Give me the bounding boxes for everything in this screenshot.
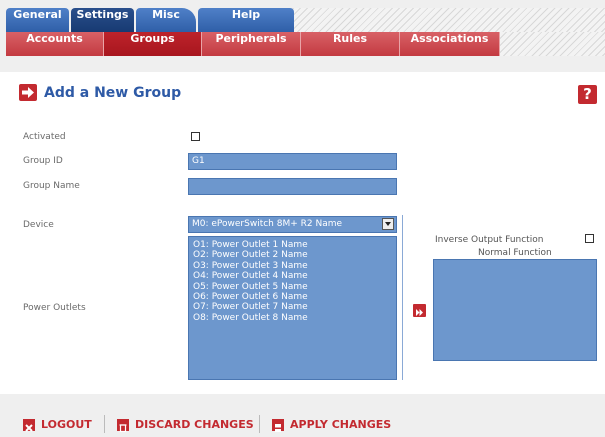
trash-icon	[117, 418, 129, 432]
group-id-label: Group ID	[23, 156, 63, 166]
activated-label: Activated	[23, 132, 66, 142]
tab-help[interactable]: Help	[198, 8, 294, 32]
logout-label: LOGOUT	[41, 418, 92, 431]
subtab-accounts[interactable]: Accounts	[6, 32, 104, 56]
tab-general[interactable]: General	[6, 8, 69, 32]
power-outlets-label: Power Outlets	[23, 303, 86, 313]
move-right-button[interactable]	[413, 304, 426, 317]
tab-settings[interactable]: Settings	[71, 8, 134, 32]
divider	[104, 415, 105, 433]
list-item[interactable]: O6: Power Outlet 6 Name	[193, 292, 396, 302]
list-item[interactable]: O7: Power Outlet 7 Name	[193, 302, 396, 312]
discard-changes-label: DISCARD CHANGES	[135, 418, 254, 431]
device-select-value: M0: ePowerSwitch 8M+ R2 Name	[192, 219, 343, 229]
chevron-down-icon[interactable]	[382, 218, 394, 230]
list-item[interactable]: O1: Power Outlet 1 Name	[193, 240, 396, 250]
tab-misc[interactable]: Misc	[136, 8, 196, 32]
subtab-peripherals[interactable]: Peripherals	[202, 32, 301, 56]
apply-changes-button[interactable]: APPLY CHANGES	[272, 418, 392, 432]
list-item[interactable]: O3: Power Outlet 3 Name	[193, 261, 396, 271]
logout-button[interactable]: LOGOUT	[23, 418, 92, 432]
selected-outlets-list[interactable]	[433, 259, 597, 361]
device-select[interactable]: M0: ePowerSwitch 8M+ R2 Name	[188, 216, 397, 233]
subtab-hatch	[500, 32, 605, 56]
close-icon	[23, 418, 35, 432]
apply-changes-label: APPLY CHANGES	[290, 418, 392, 431]
normal-function-label: Normal Function	[478, 248, 552, 258]
action-bar: LOGOUT DISCARD CHANGES APPLY CHANGES	[0, 394, 605, 437]
save-icon	[272, 418, 284, 432]
discard-changes-button[interactable]: DISCARD CHANGES	[117, 418, 254, 432]
main-tabs: General Settings Misc Help	[6, 8, 296, 32]
group-name-label: Group Name	[23, 181, 80, 191]
header-hatch	[287, 8, 605, 32]
title-row: Add a New Group	[19, 84, 181, 101]
main-panel: Add a New Group ? Activated Group ID G1 …	[0, 72, 605, 394]
page-title: Add a New Group	[44, 84, 182, 101]
list-item[interactable]: O2: Power Outlet 2 Name	[193, 250, 396, 260]
power-outlets-list[interactable]: O1: Power Outlet 1 Name O2: Power Outlet…	[188, 236, 397, 380]
group-id-input[interactable]: G1	[188, 153, 397, 170]
column-divider	[402, 215, 403, 380]
list-item[interactable]: O5: Power Outlet 5 Name	[193, 282, 396, 292]
inverse-output-label: Inverse Output Function	[435, 235, 544, 245]
group-name-input[interactable]	[188, 178, 397, 195]
sub-tabs: Accounts Groups Peripherals Rules Associ…	[6, 32, 500, 56]
help-icon[interactable]: ?	[578, 85, 597, 104]
arrow-right-icon	[19, 84, 37, 101]
device-label: Device	[23, 220, 54, 230]
subtab-rules[interactable]: Rules	[301, 32, 400, 56]
subtab-groups[interactable]: Groups	[104, 32, 202, 56]
double-arrow-right-icon	[416, 309, 423, 316]
list-item[interactable]: O4: Power Outlet 4 Name	[193, 271, 396, 281]
subtab-associations[interactable]: Associations	[400, 32, 500, 56]
inverse-output-checkbox[interactable]	[585, 234, 594, 243]
list-item[interactable]: O8: Power Outlet 8 Name	[193, 313, 396, 323]
divider	[259, 415, 260, 433]
activated-checkbox[interactable]	[191, 132, 200, 141]
